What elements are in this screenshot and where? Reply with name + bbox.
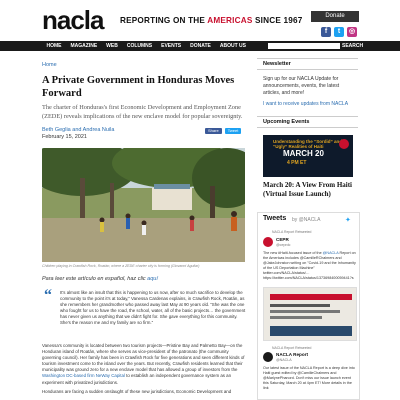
tweet-author-name[interactable]: NACLA Report (276, 352, 308, 357)
tagline-americas: AMERICAS (207, 16, 253, 25)
tweet-image-graphic (264, 288, 356, 340)
article-dek: The charter of Honduras's first Economic… (42, 104, 243, 120)
article-photo (42, 148, 245, 262)
article-title: A Private Government in Honduras Moves F… (42, 75, 235, 99)
instagram-icon[interactable]: ◎ (347, 27, 357, 37)
tweet-button[interactable]: Tweet (224, 128, 242, 134)
nacla-logo[interactable]: nacla (42, 6, 104, 34)
tagline-prefix: REPORTING ON THE (120, 16, 208, 25)
spanish-prefix: Para leer este artículo en español, haz … (42, 276, 148, 282)
newsletter-text: Sign up for our NACLA Update for announc… (263, 76, 340, 96)
search-input[interactable] (268, 43, 340, 49)
tweet-author-handle[interactable]: @NACLA (276, 358, 292, 362)
event-banner-time: 4 PM ET (287, 160, 307, 166)
tweets-by-handle[interactable]: by @NACLA (292, 217, 320, 223)
article-date: February 15, 2021 (42, 134, 87, 140)
tweet-author-name[interactable]: CEPR (276, 237, 289, 242)
tagline-suffix: SINCE 1967 (252, 16, 303, 25)
quote-mark-icon: “ (44, 287, 52, 304)
nav-item-donate[interactable]: DONATE (186, 41, 216, 51)
retweet-label: NACLA Report Retweeted (272, 346, 312, 350)
twitter-icon[interactable]: t (334, 27, 344, 37)
facebook-icon[interactable]: f (321, 27, 331, 37)
tweet1-mention-link[interactable]: @NACLA (323, 251, 339, 255)
event-title-link[interactable]: March 20: A View From Haiti (Virtual Iss… (263, 181, 358, 199)
share-buttons: Share Tweet (205, 128, 242, 134)
event-banner-date: MARCH 20 (283, 149, 324, 158)
newsletter-heading: Newsletter (257, 58, 358, 70)
tweets-title: Tweets (263, 215, 287, 222)
tweet-body: The new #Haiti-focused issue of the @NAC… (263, 251, 357, 281)
body-paragraph: Hondurans are facing a sudden onslaught … (42, 389, 232, 394)
nav-items: HOME MAGAZINE WEB COLUMNS EVENTS DONATE … (42, 41, 251, 51)
twitter-bird-icon: ✦ (345, 217, 351, 224)
masthead: nacla REPORTING ON THE AMERICAS SINCE 19… (0, 0, 400, 42)
avatar[interactable] (263, 352, 273, 362)
event-badge-icon (339, 139, 349, 149)
main-nav: HOME MAGAZINE WEB COLUMNS EVENTS DONATE … (0, 41, 400, 51)
photo-caption: Children playing in Crawfish Rock, Roatá… (42, 264, 200, 268)
newsletter-signup-link[interactable]: I want to receive updates from NACLA (263, 101, 348, 107)
nav-item-home[interactable]: HOME (42, 41, 66, 51)
nav-item-magazine[interactable]: MAGAZINE (66, 41, 102, 51)
breadcrumb-home[interactable]: Home (42, 62, 57, 68)
nav-item-web[interactable]: WEB (102, 41, 123, 51)
para1-text-a: Vanessa's community is located between t… (42, 343, 245, 373)
quote-text: It's almost like an insult that this is … (60, 290, 246, 326)
nav-item-columns[interactable]: COLUMNS (122, 41, 156, 51)
photo-illustration (42, 148, 245, 262)
nav-item-about-us[interactable]: ABOUT US (215, 41, 250, 51)
tweet-image[interactable] (263, 287, 357, 341)
body-paragraph: Vanessa's community is located between t… (42, 343, 247, 386)
avatar[interactable] (263, 237, 273, 247)
upcoming-events-heading: Upcoming Events (257, 116, 358, 128)
article-byline[interactable]: Beth Geglia and Andrea Nuila (42, 127, 114, 133)
spanish-link[interactable]: aquí (147, 276, 158, 282)
tweet1-body-b: Report on the Americas includes @Camille… (263, 251, 356, 280)
tweet-body: Our latest issue of the NACLA Report is … (263, 366, 355, 390)
neway-capital-link[interactable]: Washington DC-based firm NeWay Capital (42, 373, 125, 378)
nav-item-events[interactable]: EVENTS (157, 41, 186, 51)
facebook-share-button[interactable]: Share (205, 128, 222, 134)
retweet-label: NACLA Report Retweeted (272, 230, 312, 234)
spanish-version-note: Para leer este artículo en español, haz … (42, 276, 158, 282)
search-button[interactable]: SEARCH (342, 41, 363, 51)
donate-button[interactable]: Donate (311, 11, 359, 22)
tagline: REPORTING ON THE AMERICAS SINCE 1967 (120, 16, 303, 25)
tweet1-body-a: The new #Haiti-focused issue of the (263, 251, 323, 255)
event-banner[interactable]: Understanding the “Sordid” and “Ugly” Re… (263, 135, 353, 177)
tweet-author-handle[interactable]: @ceprdc (276, 243, 290, 247)
